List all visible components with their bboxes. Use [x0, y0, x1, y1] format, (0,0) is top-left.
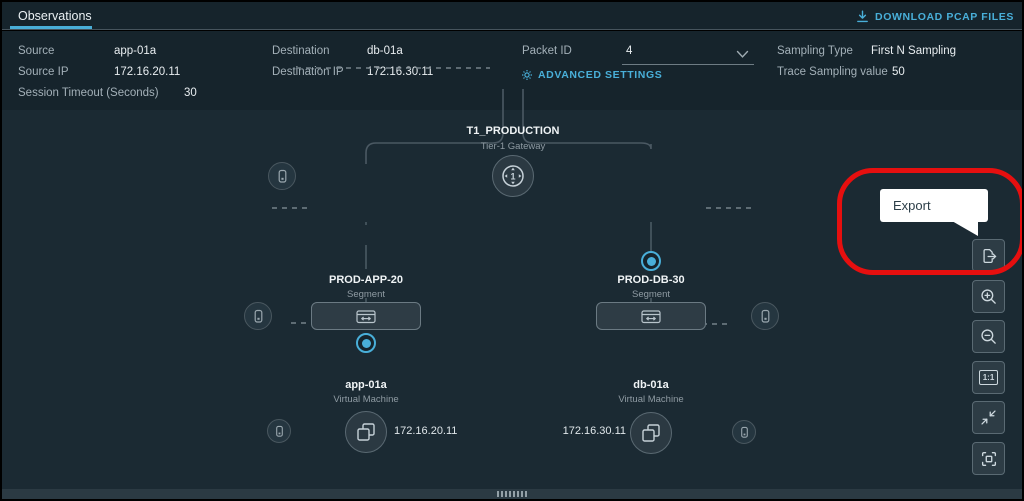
vm-right-node[interactable] [630, 412, 672, 454]
gateway-node[interactable]: 1 [492, 155, 534, 197]
vm-left-type: Virtual Machine [266, 394, 466, 405]
vm-right-name: db-01a [551, 379, 751, 391]
observation-point-dot[interactable] [641, 251, 661, 271]
gateway-port-node[interactable] [268, 162, 296, 190]
export-icon [979, 246, 999, 266]
tier1-gateway-icon: 1 [500, 163, 526, 189]
export-button[interactable] [972, 239, 1005, 272]
fit-to-screen-button[interactable] [972, 442, 1005, 475]
segment-icon [640, 308, 662, 325]
vm-left-node[interactable] [345, 411, 387, 453]
port-icon [274, 425, 285, 438]
actual-size-button[interactable]: 1:1 [972, 361, 1005, 394]
vm-icon [640, 422, 662, 444]
port-icon [252, 309, 265, 324]
export-tooltip: Export [880, 189, 988, 222]
observation-dot-core [647, 257, 656, 266]
zoom-in-icon [979, 287, 998, 306]
horizontal-scrollbar[interactable] [2, 489, 1022, 499]
segment-icon [355, 308, 377, 325]
segment-right-name: PROD-DB-30 [551, 274, 751, 286]
traceflow-window: Observations DOWNLOAD PCAP FILES Source … [0, 0, 1024, 501]
gateway-type: Tier-1 Gateway [413, 141, 613, 152]
zoom-out-button[interactable] [972, 320, 1005, 353]
one-to-one-icon: 1:1 [979, 370, 998, 385]
vm-right-type: Virtual Machine [551, 394, 751, 405]
observation-point-dot[interactable] [356, 333, 376, 353]
vm-icon [355, 421, 377, 443]
vm-right-port-node[interactable] [732, 420, 756, 444]
segment-left-port-node[interactable] [244, 302, 272, 330]
observation-dot-core [362, 339, 371, 348]
zoom-in-button[interactable] [972, 280, 1005, 313]
segment-left-name: PROD-APP-20 [266, 274, 466, 286]
port-icon [276, 169, 289, 184]
segment-left-type: Segment [266, 289, 466, 300]
port-icon [739, 426, 750, 439]
segment-right-type: Segment [551, 289, 751, 300]
gateway-name: T1_PRODUCTION [413, 125, 613, 137]
vm-left-ip: 172.16.20.11 [394, 425, 457, 437]
segment-right-port-node[interactable] [751, 302, 779, 330]
export-tooltip-tail [950, 220, 980, 237]
vm-left-port-node[interactable] [267, 419, 291, 443]
fit-to-screen-icon [979, 449, 999, 469]
svg-text:1: 1 [510, 172, 515, 182]
export-tooltip-label: Export [893, 198, 931, 213]
vm-right-ip: 172.16.30.11 [542, 425, 626, 437]
scrollbar-grip [497, 491, 499, 497]
zoom-out-icon [979, 327, 998, 346]
port-icon [759, 309, 772, 324]
segment-right-node[interactable] [596, 302, 706, 330]
collapse-icon [979, 408, 998, 427]
segment-left-node[interactable] [311, 302, 421, 330]
collapse-button[interactable] [972, 401, 1005, 434]
vm-left-name: app-01a [266, 379, 466, 391]
